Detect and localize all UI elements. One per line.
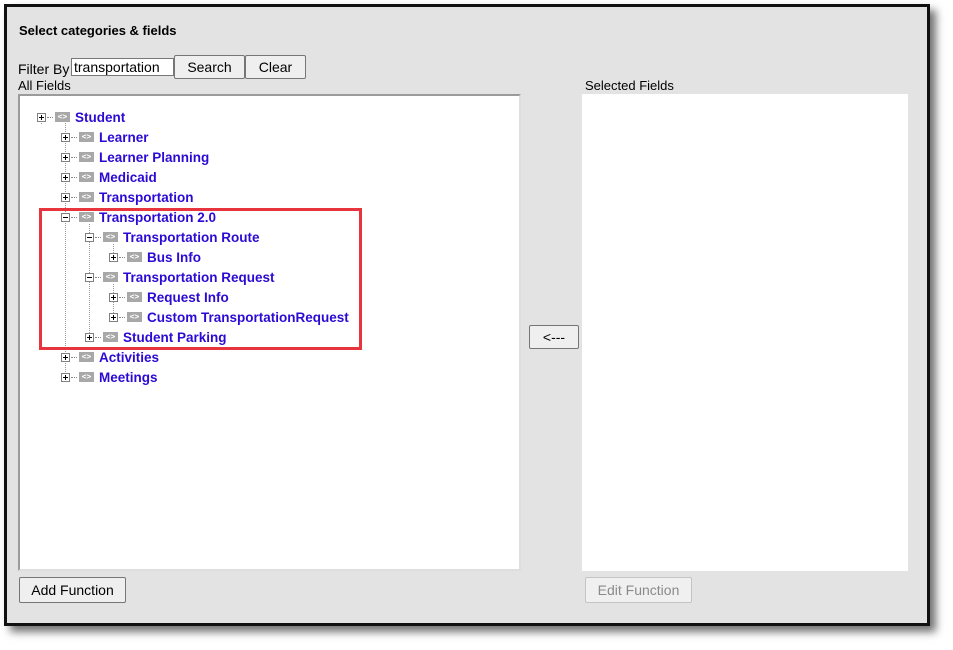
selected-fields-label: Selected Fields [585, 78, 674, 93]
category-tag-icon: <> [79, 192, 94, 202]
node-label[interactable]: Meetings [99, 370, 158, 385]
category-tag-icon: <> [79, 172, 94, 182]
move-left-button[interactable]: <--- [529, 325, 579, 349]
tree-node-transportation[interactable]: <> Transportation [61, 188, 194, 206]
tree-node-learner-planning[interactable]: <> Learner Planning [61, 148, 209, 166]
category-tag-icon: <> [79, 372, 94, 382]
node-label[interactable]: Transportation [99, 190, 194, 205]
node-label[interactable]: Learner [99, 130, 149, 145]
node-label[interactable]: Learner Planning [99, 150, 209, 165]
category-tag-icon: <> [79, 352, 94, 362]
selected-fields-panel[interactable] [582, 94, 908, 571]
tree-node-activities[interactable]: <> Activities [61, 348, 159, 366]
tree-node-meetings[interactable]: <> Meetings [61, 368, 158, 386]
node-label[interactable]: Student [75, 110, 125, 125]
tree-node-learner[interactable]: <> Learner [61, 128, 149, 146]
add-function-button[interactable]: Add Function [19, 577, 126, 603]
category-tag-icon: <> [79, 152, 94, 162]
expand-icon[interactable] [61, 372, 70, 382]
search-button[interactable]: Search [174, 55, 245, 79]
expand-icon[interactable] [61, 192, 70, 202]
expand-icon[interactable] [61, 352, 70, 362]
node-label[interactable]: Medicaid [99, 170, 157, 185]
expand-icon[interactable] [37, 112, 46, 122]
node-label[interactable]: Activities [99, 350, 159, 365]
dialog-title: Select categories & fields [19, 23, 177, 38]
clear-button[interactable]: Clear [245, 55, 306, 79]
filter-label: Filter By [18, 61, 70, 77]
category-tag-icon: <> [55, 112, 70, 122]
edit-function-button: Edit Function [585, 577, 692, 603]
category-tag-icon: <> [79, 132, 94, 142]
expand-icon[interactable] [61, 152, 70, 162]
expand-icon[interactable] [61, 132, 70, 142]
tree-node-medicaid[interactable]: <> Medicaid [61, 168, 157, 186]
tree-node-student[interactable]: <> Student [37, 108, 125, 126]
select-fields-dialog: Select categories & fields Filter By Sea… [4, 4, 930, 626]
highlight-box [39, 208, 362, 350]
all-fields-label: All Fields [18, 78, 71, 93]
filter-input[interactable] [71, 58, 174, 76]
expand-icon[interactable] [61, 172, 70, 182]
